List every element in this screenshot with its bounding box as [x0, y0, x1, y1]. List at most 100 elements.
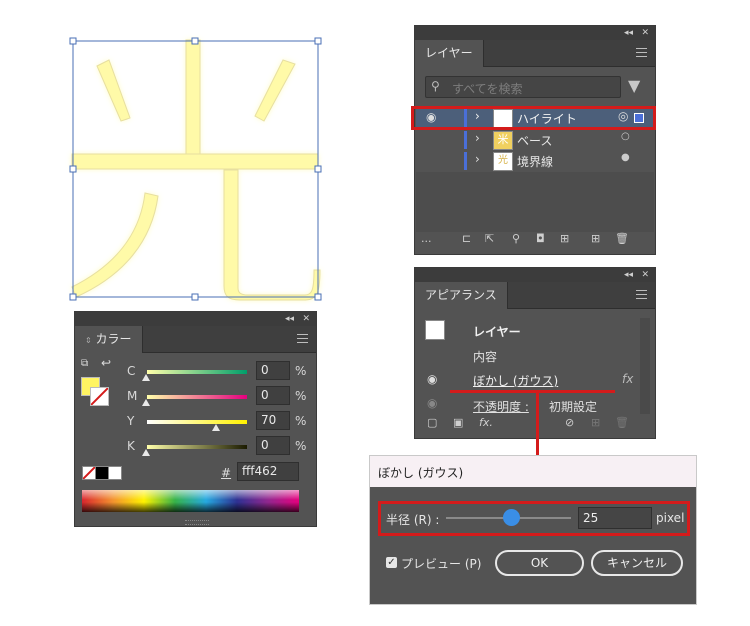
color-panel: ◂◂ ✕ ⇕ カラー ⧉ ↩ C 0 % M 0 % Y 70 % K 0 % …: [74, 311, 317, 527]
layer-row-border[interactable]: › 光 境界線 ●: [416, 151, 654, 171]
appearance-target: レイヤー: [473, 325, 521, 339]
expand-chevron-icon[interactable]: ›: [475, 152, 480, 166]
close-icon[interactable]: ✕: [641, 268, 649, 282]
clip-mask-icon[interactable]: ◘: [536, 232, 545, 245]
opacity-label[interactable]: 不透明度 :: [473, 398, 529, 415]
panel-menu-icon[interactable]: [636, 48, 647, 57]
layer-search-field[interactable]: ⚲ すべてを検索: [425, 76, 621, 98]
panel-menu-icon[interactable]: [636, 290, 647, 299]
slider-c-input[interactable]: 0: [256, 361, 290, 380]
artboard-canvas[interactable]: [0, 0, 360, 310]
slider-k-label: K: [127, 439, 135, 453]
swap-colors-icon[interactable]: ↩: [101, 356, 111, 370]
preview-label[interactable]: プレビュー (P): [401, 555, 481, 572]
collect-export-icon[interactable]: ⊏: [462, 232, 471, 245]
slider-c-unit: %: [295, 364, 307, 378]
layer-row-base[interactable]: › 米 ベース ○: [416, 130, 654, 150]
hex-symbol: #: [221, 466, 232, 480]
slider-m-track[interactable]: [147, 395, 247, 399]
search-icon: ⚲: [431, 79, 440, 93]
new-sublayer-icon[interactable]: ⊞: [560, 232, 569, 245]
appearance-panel: ◂◂ ✕ アピアランス レイヤー 内容 ◉ ぼかし (ガウス) fx ◉ 不透明…: [414, 267, 656, 439]
slider-y-input[interactable]: 70: [256, 411, 290, 430]
effect-annotation-underline: [450, 390, 615, 393]
trash-icon[interactable]: 🗑: [615, 416, 629, 429]
slider-k-thumb[interactable]: [142, 449, 150, 456]
layer-color-bar: [464, 131, 467, 149]
layer-name[interactable]: 境界線: [517, 153, 553, 170]
opacity-value: 初期設定: [549, 400, 598, 414]
cancel-button[interactable]: キャンセル: [591, 550, 683, 576]
preview-checkbox[interactable]: ✓: [386, 557, 397, 568]
ok-button[interactable]: OK: [495, 550, 584, 576]
trash-icon[interactable]: 🗑: [615, 232, 629, 245]
tab-color[interactable]: ⇕ カラー: [75, 326, 143, 353]
stroke-swatch[interactable]: [90, 387, 109, 406]
collapse-icon[interactable]: ◂◂: [624, 268, 633, 282]
locate-object-icon[interactable]: ⚲: [512, 232, 520, 245]
layer-highlight-annotation: [411, 106, 656, 130]
add-effect-icon[interactable]: fx.: [479, 416, 493, 429]
visibility-eye-icon[interactable]: ◉: [427, 372, 437, 386]
tab-layers[interactable]: レイヤー: [415, 40, 484, 67]
more-icon[interactable]: ...: [421, 232, 432, 245]
clear-appearance-icon[interactable]: ⊘: [565, 416, 574, 429]
add-fill-icon[interactable]: ▣: [453, 416, 463, 429]
slider-c-label: C: [127, 364, 136, 378]
filter-icon[interactable]: ▼: [628, 76, 640, 95]
slider-c-thumb[interactable]: [142, 374, 150, 381]
slider-y-track[interactable]: [147, 420, 247, 424]
search-placeholder: すべてを検索: [452, 82, 523, 96]
content-label[interactable]: 内容: [473, 348, 497, 365]
slider-k-track[interactable]: [147, 445, 247, 449]
layer-list-empty: [416, 172, 654, 232]
dialog-title: ぼかし (ガウス): [378, 466, 464, 480]
slider-m-thumb[interactable]: [142, 399, 150, 406]
slider-m-unit: %: [295, 389, 307, 403]
layer-thumbnail: 米: [493, 131, 513, 150]
layers-toolbar: ... ⊏ ⇱ ⚲ ◘ ⊞ ⊞ 🗑: [415, 230, 655, 252]
default-colors-icon[interactable]: ⧉: [81, 358, 88, 369]
panel-menu-icon[interactable]: [297, 334, 308, 343]
dialog-titlebar: ぼかし (ガウス): [370, 456, 696, 487]
none-swatch[interactable]: [82, 466, 96, 480]
appearance-scrollbar[interactable]: [640, 318, 650, 414]
close-icon[interactable]: ✕: [641, 26, 649, 40]
visibility-eye-icon[interactable]: ◉: [427, 396, 437, 410]
layers-panel: ◂◂ ✕ レイヤー ⚲ すべてを検索 ▼ ◉ › ハイライト ◎ › 米 ベース…: [414, 25, 656, 255]
expand-chevron-icon[interactable]: ›: [475, 131, 480, 145]
collapse-icon[interactable]: ◂◂: [624, 26, 633, 40]
add-stroke-icon[interactable]: ▢: [427, 416, 437, 429]
black-swatch[interactable]: [95, 466, 109, 480]
tab-appearance[interactable]: アピアランス: [415, 282, 508, 309]
slider-k-unit: %: [295, 439, 307, 453]
layer-name[interactable]: ベース: [517, 132, 552, 149]
collapse-icon[interactable]: ◂◂: [285, 312, 294, 326]
export-icon[interactable]: ⇱: [485, 232, 494, 245]
effect-blur-link[interactable]: ぼかし (ガウス): [473, 372, 558, 389]
duplicate-item-icon[interactable]: ⊞: [591, 416, 600, 429]
slider-y-label: Y: [127, 414, 135, 428]
layer-color-bar: [464, 152, 467, 170]
new-layer-icon[interactable]: ⊞: [591, 232, 600, 245]
slider-y-thumb[interactable]: [212, 424, 220, 431]
updown-icon: ⇕: [85, 336, 92, 345]
target-dot-icon[interactable]: ●: [621, 152, 630, 163]
color-spectrum[interactable]: [82, 490, 299, 512]
glyph-artwork[interactable]: [0, 0, 360, 310]
radius-highlight-annotation: [378, 501, 690, 536]
resize-grip[interactable]: [185, 520, 209, 525]
slider-m-input[interactable]: 0: [256, 386, 290, 405]
slider-c-track[interactable]: [147, 370, 247, 374]
tab-color-label: カラー: [95, 332, 132, 346]
close-icon[interactable]: ✕: [302, 312, 310, 326]
slider-m-label: M: [127, 389, 138, 403]
target-circle-icon[interactable]: ○: [621, 131, 630, 142]
hex-input[interactable]: fff462: [237, 462, 299, 481]
target-thumbnail: [425, 320, 445, 340]
layer-thumbnail: 光: [493, 152, 513, 171]
slider-y-unit: %: [295, 414, 307, 428]
fx-icon[interactable]: fx: [622, 372, 633, 386]
white-swatch[interactable]: [108, 466, 122, 480]
slider-k-input[interactable]: 0: [256, 436, 290, 455]
